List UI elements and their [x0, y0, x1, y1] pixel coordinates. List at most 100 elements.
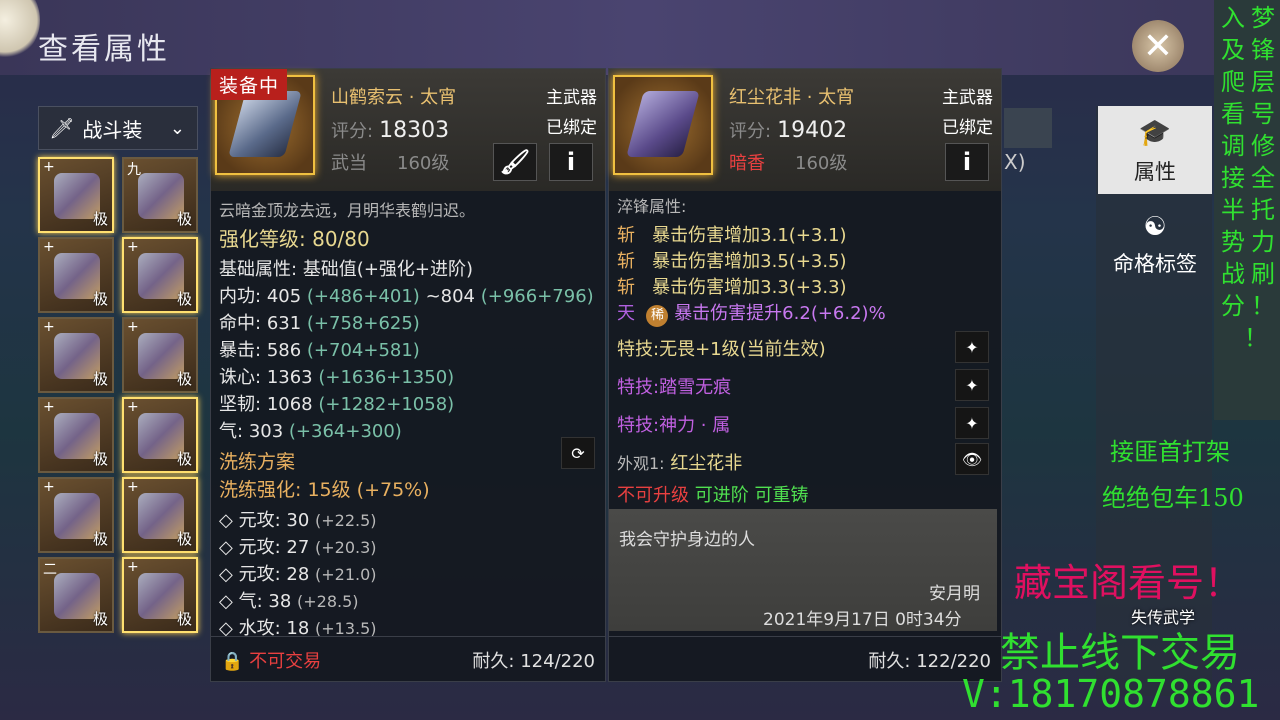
- overlay-char: 入: [1221, 4, 1245, 32]
- equip-slot[interactable]: + 极: [122, 477, 198, 553]
- slot-grade: 极: [92, 450, 108, 468]
- stat-row: 气: 303 (+364+300): [219, 417, 402, 443]
- tab-label: 命格标签: [1113, 252, 1197, 276]
- refine-value: 27: [286, 537, 310, 558]
- overlay-char: 全: [1251, 164, 1275, 192]
- equip-slot[interactable]: + 极: [38, 157, 114, 233]
- refine-value: 30: [286, 510, 310, 531]
- slot-mark: 九: [127, 162, 141, 178]
- stat-bonus: (+1282+1058): [318, 394, 455, 415]
- skill-detail-button[interactable]: ✦: [955, 331, 989, 363]
- page-title: 查看属性: [38, 32, 170, 67]
- can-reforge: 可重铸: [754, 485, 809, 506]
- outfit-dropdown[interactable]: 🗡 战斗装 ⌄: [38, 106, 198, 150]
- info-icon: i: [566, 148, 576, 176]
- stat-name: 气:: [219, 421, 244, 442]
- stat-name: 坚韧:: [219, 394, 262, 415]
- slot-mark: +: [43, 159, 55, 175]
- equip-slot[interactable]: + 极: [122, 557, 198, 633]
- overlay-char: 看: [1221, 100, 1245, 128]
- skill-detail-button[interactable]: ✦: [955, 407, 989, 439]
- overlay-char: 号: [1251, 100, 1275, 128]
- close-button[interactable]: ✕: [1132, 20, 1184, 72]
- overlay-char: 锋: [1251, 36, 1275, 64]
- forge-tag: 斩: [617, 225, 635, 246]
- appearance-name: 红尘花非: [670, 453, 743, 474]
- info-button[interactable]: i: [549, 143, 593, 181]
- overlay-char: 势: [1221, 228, 1245, 256]
- forge-row: 斩 暴击伤害增加3.5(+3.5): [617, 247, 847, 273]
- equip-slot[interactable]: + 极: [38, 397, 114, 473]
- durability-value: 124/220: [520, 651, 595, 672]
- info-button[interactable]: i: [945, 143, 989, 181]
- refine-row: ◇ 元攻: 27 (+20.3): [219, 537, 377, 558]
- tab-attributes[interactable]: 🎓 属性: [1098, 106, 1212, 194]
- chevron-down-icon: ⌄: [169, 117, 185, 139]
- refine-level-label: 洗练强化:: [219, 479, 302, 501]
- equip-slot[interactable]: + 极: [122, 237, 198, 313]
- stat-name: 暴击:: [219, 340, 262, 361]
- slot-type: 主武器: [942, 88, 993, 108]
- equip-slot[interactable]: + 极: [38, 237, 114, 313]
- durability-value: 122/220: [916, 651, 991, 672]
- overlay-char: 力: [1251, 228, 1275, 256]
- overlay-char: 半: [1221, 196, 1245, 224]
- preview-appearance-button[interactable]: 👁: [955, 443, 989, 475]
- stat-row: 内功: 405 (+486+401) ~804 (+966+796): [219, 282, 594, 308]
- forge-tag: 斩: [617, 277, 635, 298]
- base-label: 基础属性:: [219, 259, 298, 280]
- durability-label: 耐久:: [472, 651, 515, 672]
- lock-icon: 🔒: [221, 651, 244, 672]
- tab-fate-tags[interactable]: ☯ 命格标签: [1098, 200, 1212, 280]
- appearance-row: 外观1: 红尘花非: [617, 449, 742, 475]
- school-level: 暗香 160级: [729, 149, 847, 175]
- stat-bonus: (+704+581): [306, 340, 420, 361]
- refine-row: ◇ 气: 38 (+28.5): [219, 591, 359, 612]
- slot-grade: 极: [176, 610, 192, 628]
- overlay-column-2: 梦锋层号修全托力刷 ！: [1248, 2, 1278, 322]
- equip-slot[interactable]: + 极: [122, 317, 198, 393]
- stat-value: 631: [266, 313, 302, 334]
- skill-icon: ✦: [965, 375, 979, 395]
- compare-item-panel: 红尘花非 · 太宵 评分: 19402 暗香 160级 主武器 已绑定 i 淬锋属性…: [608, 68, 1002, 682]
- overlay-char: 爬: [1221, 68, 1245, 96]
- refine-name: 元攻:: [238, 564, 281, 585]
- brush-icon: 🖌: [499, 148, 531, 176]
- refine-bonus: (+20.3): [315, 538, 377, 557]
- skill-row: 特技:踏雪无痕: [617, 373, 731, 399]
- refine-name: 元攻:: [238, 537, 281, 558]
- stat-bonus: (+966+796): [480, 286, 594, 307]
- refine-title: 洗练方案: [219, 451, 296, 473]
- bound-status: 已绑定: [942, 118, 993, 138]
- equip-slot[interactable]: + 极: [38, 317, 114, 393]
- skill-icon: ✦: [965, 337, 979, 357]
- slot-type: 主武器: [546, 88, 597, 108]
- refine-value: 28: [286, 564, 310, 585]
- slot-grade: 极: [176, 370, 192, 388]
- stat-bonus: (+1636+1350): [318, 367, 455, 388]
- equip-slot[interactable]: + 极: [38, 477, 114, 553]
- equip-slot[interactable]: + 极: [122, 397, 198, 473]
- skill-detail-button[interactable]: ✦: [955, 369, 989, 401]
- slot-mark: +: [43, 479, 55, 495]
- bound-status: 已绑定: [546, 118, 597, 138]
- score-value: 18303: [379, 118, 450, 143]
- overlay-char: 战: [1221, 260, 1245, 288]
- stat-value: 586: [266, 340, 302, 361]
- background-text: X): [1004, 150, 1026, 174]
- stat-value: 1068: [266, 394, 313, 415]
- refine-level-value: 15级 (+75%): [307, 479, 430, 501]
- appearance-label: 外观1:: [617, 454, 665, 473]
- enhance-label: 强化等级:: [219, 227, 306, 251]
- slot-mark: +: [127, 399, 139, 415]
- stat-value: 405: [266, 286, 302, 307]
- equip-slot[interactable]: 九极: [122, 157, 198, 233]
- equipped-tag: 装备中: [211, 69, 288, 100]
- equip-slot[interactable]: 二极: [38, 557, 114, 633]
- stat-name: 内功:: [219, 286, 262, 307]
- brush-button[interactable]: 🖌: [493, 143, 537, 181]
- slot-mark: +: [127, 319, 139, 335]
- switch-refine-button[interactable]: ⟳: [561, 437, 595, 469]
- stat-row: 命中: 631 (+758+625): [219, 309, 420, 335]
- forge-row: 斩 暴击伤害增加3.3(+3.3): [617, 273, 847, 299]
